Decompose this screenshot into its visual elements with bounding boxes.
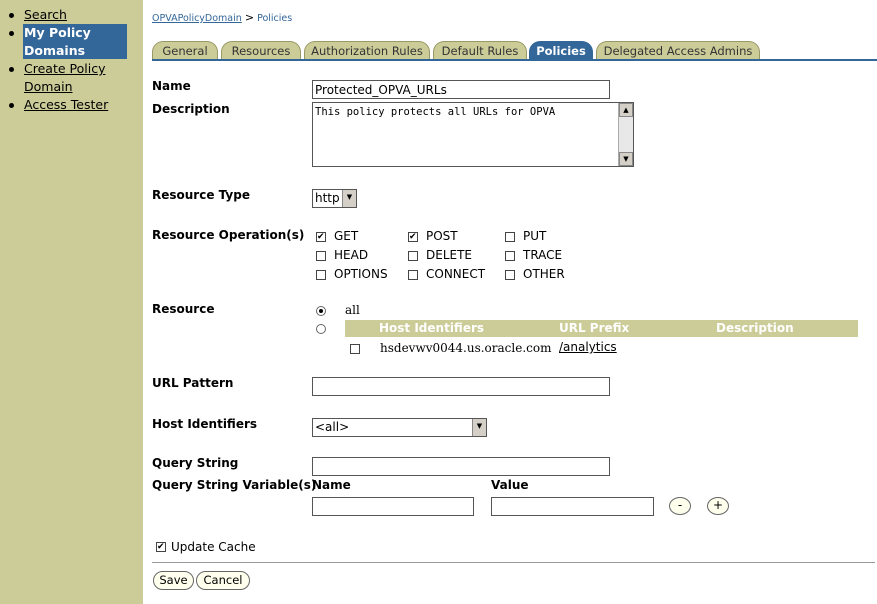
add-variable-button[interactable]: + <box>707 497 729 515</box>
resource-row-checkbox[interactable] <box>350 344 360 354</box>
sidebar-item-label[interactable]: Access Tester <box>24 96 108 114</box>
sidebar-item-label: Domains <box>24 42 86 58</box>
tab-delegated-access-admins[interactable]: Delegated Access Admins <box>596 41 760 59</box>
op-trace-label: TRACE <box>523 248 563 262</box>
tab-underline <box>152 59 877 61</box>
op-delete-checkbox[interactable] <box>408 251 418 261</box>
bullet-icon <box>9 67 14 72</box>
qsv-name-field[interactable] <box>312 497 474 516</box>
op-options-label: OPTIONS <box>334 267 388 281</box>
tab-default-rules[interactable]: Default Rules <box>433 41 527 59</box>
op-other-label: OTHER <box>523 267 565 281</box>
sidebar-item-label[interactable]: Search <box>24 6 67 24</box>
resource-label: Resource <box>152 302 215 316</box>
divider <box>152 562 875 563</box>
cancel-button[interactable]: Cancel <box>196 571 250 590</box>
resource-type-select[interactable]: http ▼ <box>312 189 357 208</box>
column-url-prefix: URL Prefix <box>559 321 630 335</box>
op-get-checkbox[interactable] <box>316 232 326 242</box>
chevron-down-icon[interactable]: ▼ <box>342 190 356 207</box>
op-put-checkbox[interactable] <box>505 232 515 242</box>
query-string-label: Query String <box>152 456 239 470</box>
op-connect-checkbox[interactable] <box>408 270 418 280</box>
query-string-variables-label: Query String Variable(s) <box>152 478 317 492</box>
breadcrumb: OPVAPolicyDomain > Policies <box>152 11 292 24</box>
sidebar-item-label: My Policy <box>24 25 91 40</box>
breadcrumb-domain-link[interactable]: OPVAPolicyDomain <box>152 13 242 24</box>
description-textarea[interactable]: This policy protects all URLs for OPVA ▲… <box>312 102 634 167</box>
resource-all-radio[interactable] <box>316 306 326 316</box>
breadcrumb-current: Policies <box>257 13 293 24</box>
op-connect-label: CONNECT <box>426 267 486 281</box>
host-identifiers-value: <all> <box>315 420 350 434</box>
op-options-checkbox[interactable] <box>316 270 326 280</box>
scroll-down-icon[interactable]: ▼ <box>619 152 633 166</box>
resource-operations-label: Resource Operation(s) <box>152 228 305 242</box>
tab-resources[interactable]: Resources <box>221 41 301 59</box>
resource-row-url-prefix-link[interactable]: /analytics <box>559 340 617 354</box>
query-string-field[interactable] <box>312 457 610 476</box>
bullet-icon <box>9 103 14 108</box>
op-delete-label: DELETE <box>426 248 473 262</box>
op-put-label: PUT <box>523 229 547 243</box>
qsv-value-header: Value <box>491 478 529 492</box>
sidebar-item-active[interactable]: My Policy Domains <box>23 24 127 59</box>
op-get-label: GET <box>334 229 359 243</box>
update-cache-checkbox[interactable] <box>156 542 166 552</box>
save-button[interactable]: Save <box>153 571 194 590</box>
sidebar-item-label[interactable]: Create Policy <box>24 60 105 78</box>
sidebar: Search My Policy Domains Create Policy D… <box>0 0 143 604</box>
op-head-label: HEAD <box>334 248 369 262</box>
tab-general[interactable]: General <box>152 41 218 59</box>
scrollbar[interactable]: ▲ ▼ <box>618 103 633 166</box>
name-field[interactable] <box>312 80 610 99</box>
op-post-checkbox[interactable] <box>408 232 418 242</box>
description-label: Description <box>152 102 230 116</box>
op-head-checkbox[interactable] <box>316 251 326 261</box>
op-other-checkbox[interactable] <box>505 270 515 280</box>
resource-type-label: Resource Type <box>152 188 250 202</box>
breadcrumb-separator: > <box>244 11 255 24</box>
sidebar-item-label[interactable]: Domain <box>24 78 73 96</box>
description-text: This policy protects all URLs for OPVA <box>315 106 556 118</box>
bullet-icon <box>9 31 14 36</box>
chevron-down-icon[interactable]: ▼ <box>472 419 486 436</box>
remove-variable-button[interactable]: - <box>669 497 691 515</box>
tab-policies[interactable]: Policies <box>529 41 593 59</box>
tab-authorization-rules[interactable]: Authorization Rules <box>304 41 430 59</box>
scroll-up-icon[interactable]: ▲ <box>619 103 633 117</box>
resource-row-host: hsdevwv0044.us.oracle.com <box>380 341 552 355</box>
op-trace-checkbox[interactable] <box>505 251 515 261</box>
resource-type-value: http <box>315 191 340 205</box>
url-pattern-label: URL Pattern <box>152 376 234 390</box>
host-identifiers-select[interactable]: <all> ▼ <box>312 418 487 437</box>
resource-specific-radio[interactable] <box>316 324 326 334</box>
resource-table-header: Host Identifiers URL Prefix Description <box>345 320 858 337</box>
column-host-identifiers: Host Identifiers <box>379 321 485 335</box>
qsv-name-header: Name <box>312 478 351 492</box>
update-cache-label: Update Cache <box>171 540 256 554</box>
qsv-value-field[interactable] <box>491 497 654 516</box>
op-post-label: POST <box>426 229 458 243</box>
column-description: Description <box>716 321 794 335</box>
resource-all-label: all <box>345 303 360 317</box>
name-label: Name <box>152 79 191 93</box>
url-pattern-field[interactable] <box>312 377 610 396</box>
host-identifiers-label: Host Identifiers <box>152 417 258 431</box>
bullet-icon <box>9 13 14 18</box>
